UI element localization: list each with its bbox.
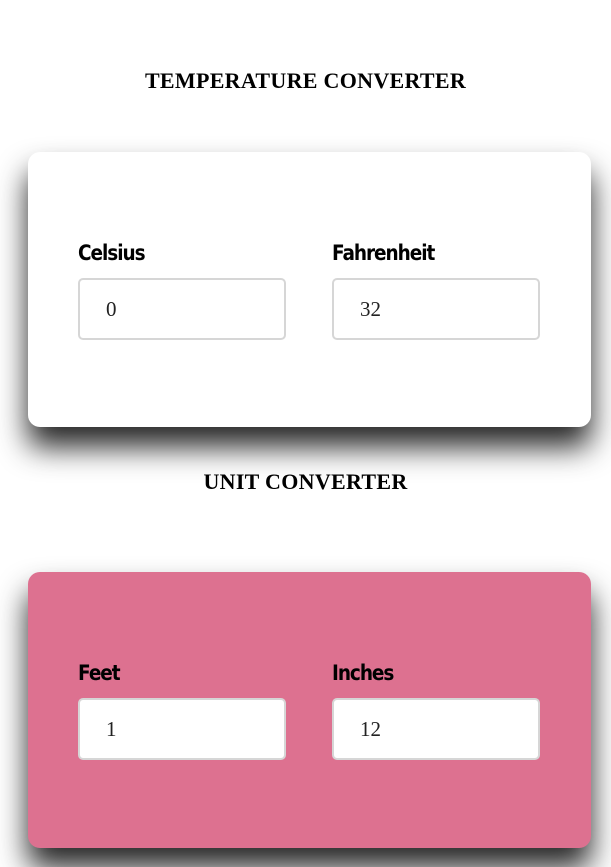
temperature-converter-title: TEMPERATURE CONVERTER [144, 68, 467, 93]
celsius-field-group: Celsius [78, 240, 286, 340]
celsius-input[interactable] [78, 278, 286, 340]
unit-converter-title: UNIT CONVERTER [203, 469, 408, 494]
temperature-converter-card: Celsius Fahrenheit [28, 152, 591, 427]
feet-input[interactable] [78, 698, 286, 760]
inches-field-group: Inches [332, 660, 540, 760]
inches-label: Inches [332, 661, 394, 685]
fahrenheit-field-group: Fahrenheit [332, 240, 540, 340]
unit-converter-card: Feet Inches [28, 572, 591, 848]
fahrenheit-label: Fahrenheit [332, 241, 435, 265]
fahrenheit-input[interactable] [332, 278, 540, 340]
inches-input[interactable] [332, 698, 540, 760]
feet-field-group: Feet [78, 660, 286, 760]
feet-label: Feet [78, 661, 121, 685]
celsius-label: Celsius [78, 241, 146, 265]
